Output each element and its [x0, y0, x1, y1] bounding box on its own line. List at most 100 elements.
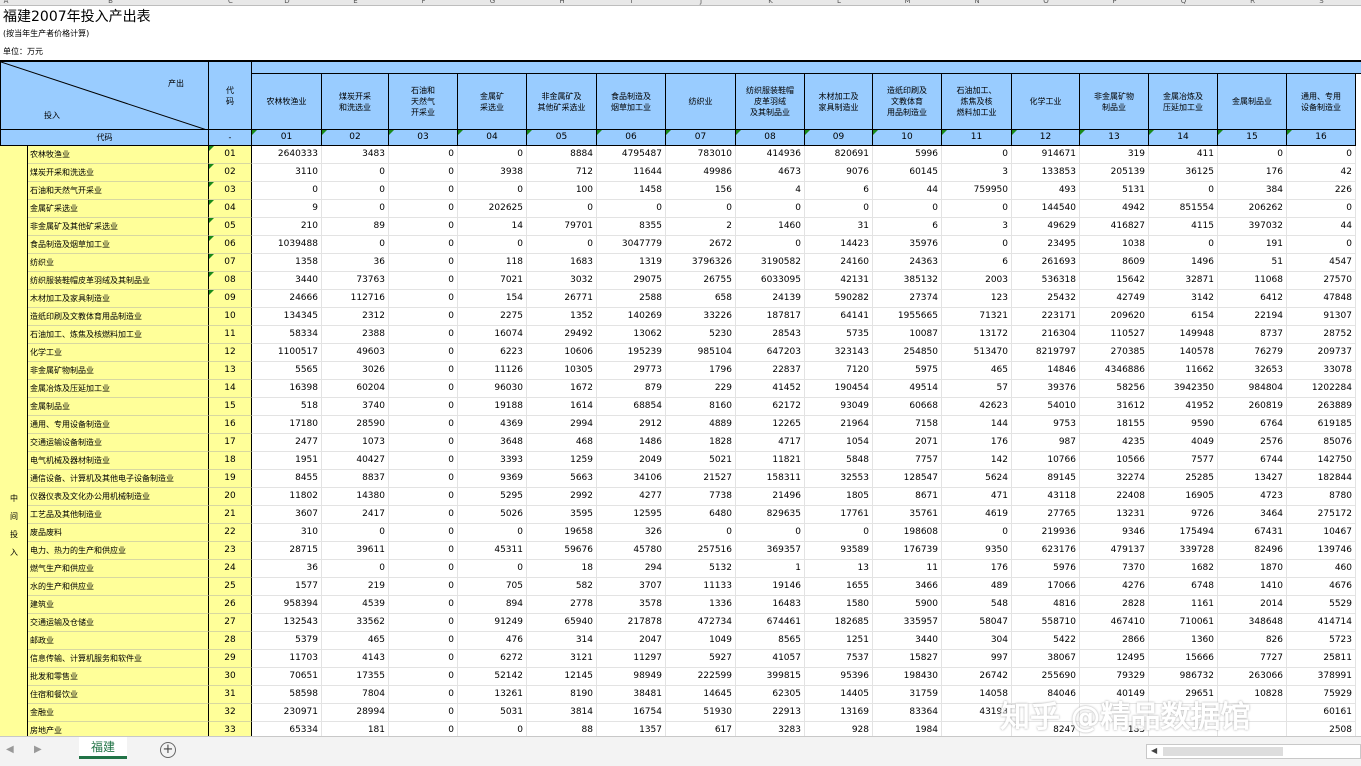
- table-cell[interactable]: 182844: [1287, 470, 1356, 488]
- table-cell[interactable]: 2912: [597, 416, 666, 434]
- table-cell[interactable]: 7370: [1080, 560, 1149, 578]
- table-cell[interactable]: 96030: [458, 380, 527, 398]
- table-cell[interactable]: 1984: [873, 722, 942, 736]
- table-cell[interactable]: 0: [322, 236, 389, 254]
- table-cell[interactable]: 139746: [1287, 542, 1356, 560]
- column-header-10[interactable]: 造纸印刷及 文教体育 用品制造业: [873, 74, 942, 130]
- table-cell[interactable]: 31759: [873, 686, 942, 704]
- table-cell[interactable]: 0: [389, 308, 458, 326]
- row-code-14[interactable]: 14: [209, 380, 252, 398]
- column-letter-s[interactable]: S: [1287, 0, 1356, 5]
- table-cell[interactable]: 198430: [873, 668, 942, 686]
- column-letter-h[interactable]: H: [527, 0, 597, 5]
- table-cell[interactable]: 0: [527, 236, 597, 254]
- table-cell[interactable]: 5021: [666, 452, 736, 470]
- horizontal-scrollbar[interactable]: ◀: [1146, 744, 1361, 759]
- scroll-left-icon[interactable]: ◀: [1151, 746, 1157, 755]
- table-cell[interactable]: 21496: [736, 488, 805, 506]
- table-cell[interactable]: 255690: [1012, 668, 1080, 686]
- table-cell[interactable]: 7021: [458, 272, 527, 290]
- table-cell[interactable]: 0: [597, 200, 666, 218]
- table-cell[interactable]: 2672: [666, 236, 736, 254]
- table-cell[interactable]: 13231: [1080, 506, 1149, 524]
- table-cell[interactable]: 0: [252, 182, 322, 200]
- column-code-15[interactable]: 15: [1218, 130, 1287, 146]
- table-cell[interactable]: 5026: [458, 506, 527, 524]
- table-cell[interactable]: 140269: [597, 308, 666, 326]
- table-cell[interactable]: 476: [458, 632, 527, 650]
- table-cell[interactable]: 1259: [527, 452, 597, 470]
- table-cell[interactable]: 58047: [942, 614, 1012, 632]
- table-cell[interactable]: 261693: [1012, 254, 1080, 272]
- column-code-03[interactable]: 03: [389, 130, 458, 146]
- table-cell[interactable]: 42749: [1080, 290, 1149, 308]
- table-cell[interactable]: 1410: [1218, 578, 1287, 596]
- table-cell[interactable]: 2828: [1080, 596, 1149, 614]
- table-cell[interactable]: 32653: [1218, 362, 1287, 380]
- table-cell[interactable]: 1614: [527, 398, 597, 416]
- table-cell[interactable]: 26755: [666, 272, 736, 290]
- table-cell[interactable]: 9369: [458, 470, 527, 488]
- table-cell[interactable]: 0: [389, 236, 458, 254]
- table-cell[interactable]: 958394: [252, 596, 322, 614]
- table-cell[interactable]: 411: [1149, 146, 1218, 164]
- table-cell[interactable]: 2014: [1218, 596, 1287, 614]
- table-cell[interactable]: 11126: [458, 362, 527, 380]
- table-cell[interactable]: 0: [389, 470, 458, 488]
- table-cell[interactable]: 820691: [805, 146, 873, 164]
- table-cell[interactable]: 6412: [1218, 290, 1287, 308]
- table-cell[interactable]: 6748: [1149, 578, 1218, 596]
- table-cell[interactable]: 205139: [1080, 164, 1149, 182]
- table-cell[interactable]: 3740: [322, 398, 389, 416]
- table-cell[interactable]: 140578: [1149, 344, 1218, 362]
- table-cell[interactable]: 191: [1218, 236, 1287, 254]
- column-code-11[interactable]: 11: [942, 130, 1012, 146]
- table-cell[interactable]: 0: [458, 236, 527, 254]
- table-cell[interactable]: 89145: [1012, 470, 1080, 488]
- table-cell[interactable]: 0: [389, 254, 458, 272]
- row-code-16[interactable]: 16: [209, 416, 252, 434]
- table-cell[interactable]: 10606: [527, 344, 597, 362]
- row-code-23[interactable]: 23: [209, 542, 252, 560]
- column-header-08[interactable]: 纺织服装鞋帽 皮革羽绒 及其制品业: [736, 74, 805, 130]
- table-cell[interactable]: 223171: [1012, 308, 1080, 326]
- row-name-13[interactable]: 非金属矿物制品业: [28, 362, 209, 380]
- table-cell[interactable]: 8737: [1218, 326, 1287, 344]
- table-cell[interactable]: 1672: [527, 380, 597, 398]
- table-cell[interactable]: 2588: [597, 290, 666, 308]
- table-cell[interactable]: 0: [1149, 236, 1218, 254]
- table-cell[interactable]: 133853: [1012, 164, 1080, 182]
- table-cell[interactable]: 1251: [805, 632, 873, 650]
- table-cell[interactable]: 826: [1218, 632, 1287, 650]
- table-cell[interactable]: 5900: [873, 596, 942, 614]
- table-cell[interactable]: 263889: [1287, 398, 1356, 416]
- table-cell[interactable]: 10766: [1012, 452, 1080, 470]
- row-code-07[interactable]: 07: [209, 254, 252, 272]
- table-cell[interactable]: 43118: [1012, 488, 1080, 506]
- table-cell[interactable]: 479137: [1080, 542, 1149, 560]
- table-cell[interactable]: 705: [458, 578, 527, 596]
- table-cell[interactable]: 0: [458, 722, 527, 736]
- table-cell[interactable]: 0: [322, 182, 389, 200]
- table-cell[interactable]: 3707: [597, 578, 666, 596]
- row-code-30[interactable]: 30: [209, 668, 252, 686]
- table-cell[interactable]: 65940: [527, 614, 597, 632]
- table-cell[interactable]: 1336: [666, 596, 736, 614]
- table-cell[interactable]: 8455: [252, 470, 322, 488]
- table-cell[interactable]: 13169: [805, 704, 873, 722]
- table-cell[interactable]: 5663: [527, 470, 597, 488]
- table-cell[interactable]: 11: [873, 560, 942, 578]
- column-header-14[interactable]: 金属冶炼及 压延加工业: [1149, 74, 1218, 130]
- table-cell[interactable]: 40427: [322, 452, 389, 470]
- table-cell[interactable]: 0: [942, 200, 1012, 218]
- table-cell[interactable]: 3814: [527, 704, 597, 722]
- table-cell[interactable]: 5927: [666, 650, 736, 668]
- table-cell[interactable]: 19658: [527, 524, 597, 542]
- table-cell[interactable]: 209737: [1287, 344, 1356, 362]
- table-cell[interactable]: 5976: [1012, 560, 1080, 578]
- table-cell[interactable]: 60145: [873, 164, 942, 182]
- table-cell[interactable]: 6: [805, 182, 873, 200]
- table-cell[interactable]: 0: [389, 398, 458, 416]
- table-cell[interactable]: 335957: [873, 614, 942, 632]
- column-letter-l[interactable]: L: [805, 0, 873, 5]
